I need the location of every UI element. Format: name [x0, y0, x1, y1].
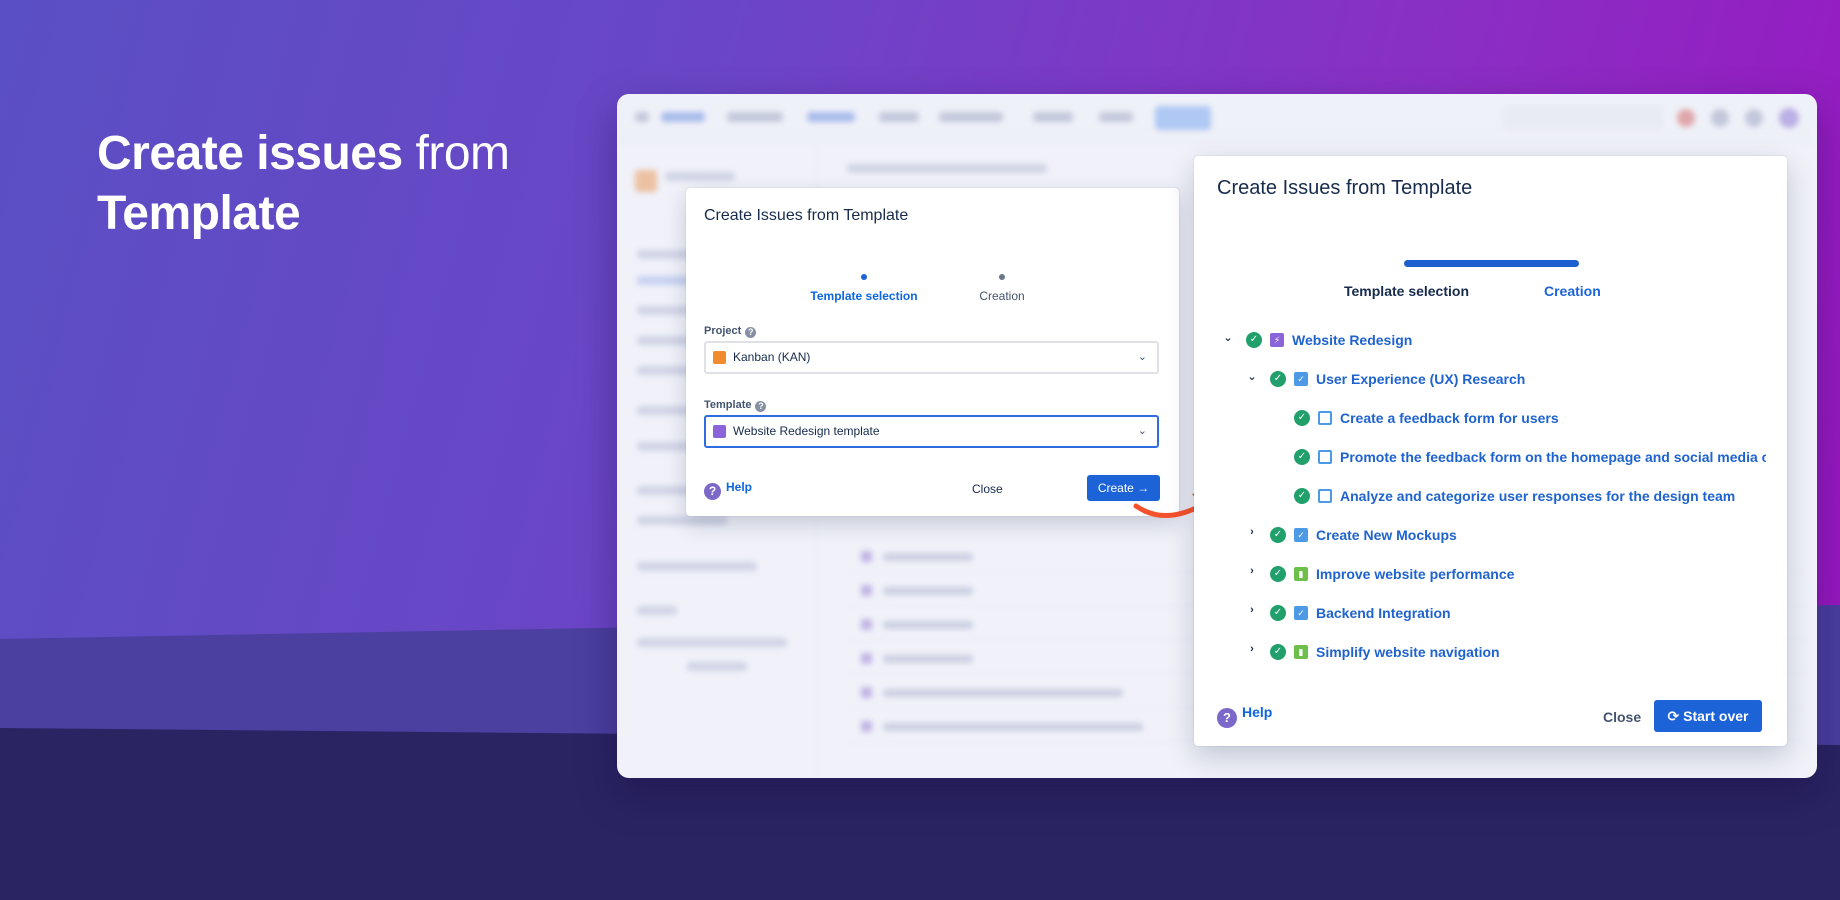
- template-select[interactable]: Website Redesign template ⌄: [704, 415, 1159, 448]
- template-label: Template?: [704, 399, 767, 412]
- app-topbar: [617, 94, 1817, 142]
- step-label: Template selection: [810, 289, 918, 303]
- dialog-title: Create Issues from Template: [1217, 177, 1473, 199]
- subtask-icon: [1318, 489, 1332, 503]
- tree-row-task[interactable]: › ✓ ✓ Create New Mockups: [1246, 525, 1742, 547]
- kanban-project-icon: [713, 351, 726, 364]
- template-result-dialog: Create Issues from Template Template sel…: [1194, 156, 1787, 746]
- check-circle-icon: ✓: [1294, 449, 1310, 465]
- tree-row-story[interactable]: › ✓ ▮ Improve website performance: [1246, 564, 1742, 586]
- check-circle-icon: ✓: [1270, 644, 1286, 660]
- epic-icon: [713, 425, 726, 438]
- chevron-right-icon[interactable]: ›: [1246, 643, 1258, 655]
- chevron-down-icon[interactable]: ⌄: [1246, 370, 1258, 383]
- chevron-down-icon: ⌄: [1137, 351, 1147, 363]
- step-template-selection: Template selection: [794, 274, 934, 303]
- template-selection-dialog: Create Issues from Template Template sel…: [686, 188, 1179, 516]
- tree-row-label: Simplify website navigation: [1316, 644, 1500, 660]
- template-label-text: Template: [704, 399, 752, 411]
- chevron-down-icon[interactable]: ⌄: [1222, 331, 1234, 344]
- create-button-label: Create: [1097, 481, 1134, 495]
- subtask-icon: [1318, 450, 1332, 464]
- step-creation: Creation: [1544, 283, 1601, 299]
- help-icon: ?: [1217, 708, 1237, 728]
- progress-bar: [1404, 260, 1579, 267]
- tree-row-label: Promote the feedback form on the homepag…: [1340, 449, 1766, 465]
- tree-row-label: Analyze and categorize user responses fo…: [1340, 488, 1736, 504]
- project-select[interactable]: Kanban (KAN) ⌄: [704, 341, 1159, 374]
- start-over-label: Start over: [1683, 708, 1749, 724]
- step-label: Creation: [979, 289, 1025, 303]
- hero-bold-2: Template: [97, 187, 301, 240]
- task-icon: ✓: [1294, 372, 1308, 386]
- tree-row-label: Create New Mockups: [1316, 527, 1457, 543]
- chevron-right-icon[interactable]: ›: [1246, 565, 1258, 577]
- help-question-icon[interactable]: ?: [745, 327, 757, 338]
- step-template-selection: Template selection: [1344, 283, 1470, 299]
- story-icon: ▮: [1294, 645, 1308, 659]
- close-button[interactable]: Close: [972, 482, 1003, 496]
- tree-row-task[interactable]: ⌄ ✓ ✓ User Experience (UX) Research: [1246, 369, 1742, 391]
- help-icon: ?: [704, 483, 721, 500]
- tree-row-label: Create a feedback form for users: [1340, 410, 1559, 426]
- template-select-value: Website Redesign template: [733, 424, 880, 438]
- step-dot: [999, 274, 1005, 280]
- hero-heading: Create issues from Template: [97, 124, 510, 244]
- refresh-icon: ⟳: [1667, 708, 1680, 724]
- start-over-button[interactable]: ⟳ Start over: [1654, 700, 1762, 732]
- check-circle-icon: ✓: [1246, 332, 1262, 348]
- tree-row-epic[interactable]: ⌄ ✓ ⚡ Website Redesign: [1222, 330, 1742, 352]
- help-question-icon[interactable]: ?: [755, 401, 767, 412]
- epic-icon: ⚡: [1270, 333, 1284, 347]
- tree-row-subtask[interactable]: ✓ Create a feedback form for users: [1270, 408, 1766, 430]
- check-circle-icon: ✓: [1294, 410, 1310, 426]
- tree-row-label: User Experience (UX) Research: [1316, 371, 1526, 387]
- check-circle-icon: ✓: [1270, 527, 1286, 543]
- help-link-text: Help: [726, 480, 753, 494]
- step-dot-active: [861, 274, 867, 280]
- task-icon: ✓: [1294, 606, 1308, 620]
- tree-row-story[interactable]: › ✓ ▮ Simplify website navigation: [1246, 642, 1742, 664]
- check-circle-icon: ✓: [1294, 488, 1310, 504]
- tree-row-task[interactable]: › ✓ ✓ Backend Integration: [1246, 603, 1742, 625]
- tree-row-label: Website Redesign: [1292, 332, 1413, 348]
- project-select-value: Kanban (KAN): [733, 350, 811, 364]
- chevron-right-icon[interactable]: ›: [1246, 604, 1258, 616]
- check-circle-icon: ✓: [1270, 371, 1286, 387]
- step-creation: Creation: [932, 274, 1072, 303]
- hero-bold-1: Create issues: [97, 127, 403, 180]
- tree-row-subtask[interactable]: ✓ Promote the feedback form on the homep…: [1270, 447, 1766, 469]
- hero-light: from: [415, 127, 511, 180]
- project-label: Project?: [704, 325, 757, 338]
- chevron-right-icon[interactable]: ›: [1246, 526, 1258, 538]
- subtask-icon: [1318, 411, 1332, 425]
- tree-row-label: Backend Integration: [1316, 605, 1451, 621]
- close-button[interactable]: Close: [1603, 709, 1641, 725]
- story-icon: ▮: [1294, 567, 1308, 581]
- help-link-text: Help: [1242, 704, 1273, 720]
- project-label-text: Project: [704, 325, 742, 337]
- check-circle-icon: ✓: [1270, 566, 1286, 582]
- dialog-title: Create Issues from Template: [704, 207, 909, 224]
- help-link[interactable]: ? Help: [704, 480, 752, 500]
- check-circle-icon: ✓: [1270, 605, 1286, 621]
- chevron-down-icon: ⌄: [1137, 425, 1147, 437]
- help-link[interactable]: ? Help: [1217, 704, 1272, 728]
- tree-row-label: Improve website performance: [1316, 566, 1515, 582]
- task-icon: ✓: [1294, 528, 1308, 542]
- tree-row-subtask[interactable]: ✓ Analyze and categorize user responses …: [1270, 486, 1766, 508]
